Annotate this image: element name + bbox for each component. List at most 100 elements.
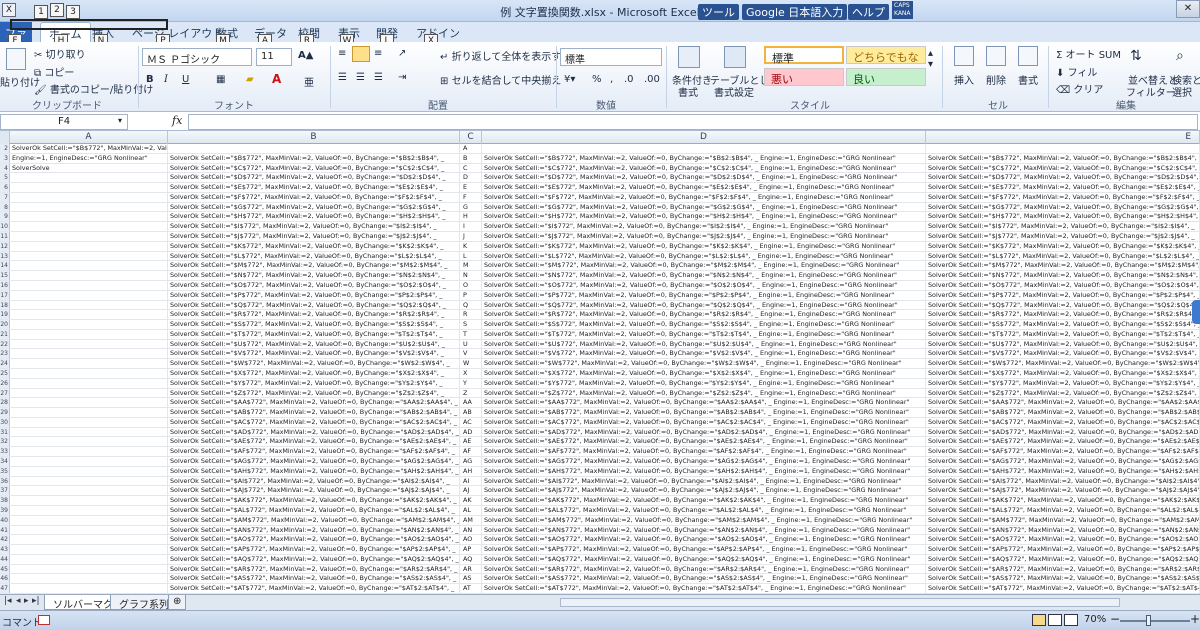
align-left-icon[interactable]: ☰ xyxy=(338,72,347,83)
cell-a[interactable] xyxy=(10,183,168,192)
format-cells-button[interactable]: 書式 xyxy=(1018,72,1038,87)
fill-color-icon[interactable]: ▰ xyxy=(246,74,254,85)
cell-a[interactable] xyxy=(10,349,168,359)
cell-e[interactable]: SolverOk SetCell:="$AS$772", MaxMinVal:=… xyxy=(926,574,1200,584)
cell-e[interactable]: SolverOk SetCell:="$O$772", MaxMinVal:=2… xyxy=(926,280,1200,290)
cell-c[interactable]: AI xyxy=(460,476,482,486)
cell-e[interactable]: SolverOk SetCell:="$V$772", MaxMinVal:=2… xyxy=(926,349,1200,359)
align-bottom-icon[interactable]: ≡ xyxy=(374,48,382,59)
cell-b[interactable]: SolverOk SetCell:="$U$772", MaxMinVal:=2… xyxy=(168,339,460,349)
row-header[interactable]: 44 xyxy=(0,554,10,564)
tab-addins[interactable]: アドイン xyxy=(416,25,460,41)
cell-c[interactable]: AC xyxy=(460,417,482,427)
cell-c[interactable]: V xyxy=(460,349,482,359)
cell-e[interactable]: SolverOk SetCell:="$Z$772", MaxMinVal:=2… xyxy=(926,388,1200,398)
cell-a[interactable] xyxy=(10,486,168,496)
row-header[interactable]: 14 xyxy=(0,261,10,271)
cell-e[interactable]: SolverOk SetCell:="$AE$772", MaxMinVal:=… xyxy=(926,437,1200,447)
cell-d[interactable]: SolverOk SetCell:="$G$772", MaxMinVal:=2… xyxy=(482,202,926,212)
orientation-icon[interactable]: ↗ xyxy=(398,48,406,59)
cell-e[interactable]: SolverOk SetCell:="$S$772", MaxMinVal:=2… xyxy=(926,320,1200,329)
cell-a[interactable] xyxy=(10,427,168,437)
row-header[interactable]: 17 xyxy=(0,290,10,300)
cell-d[interactable]: SolverOk SetCell:="$AK$772", MaxMinVal:=… xyxy=(482,496,926,505)
cell-e[interactable]: SolverOk SetCell:="$AP$772", MaxMinVal:=… xyxy=(926,545,1200,554)
cell-a[interactable] xyxy=(10,388,168,398)
cell-b[interactable]: SolverOk SetCell:="$AL$772", MaxMinVal:=… xyxy=(168,505,460,515)
zoom-slider-track[interactable] xyxy=(1120,620,1190,622)
cell-a[interactable] xyxy=(10,417,168,427)
cell-d[interactable]: SolverOk SetCell:="$U$772", MaxMinVal:=2… xyxy=(482,339,926,349)
row-header[interactable]: 13 xyxy=(0,251,10,261)
cell-d[interactable]: SolverOk SetCell:="$AG$772", MaxMinVal:=… xyxy=(482,457,926,466)
cell-e[interactable]: SolverOk SetCell:="$AJ$772", MaxMinVal:=… xyxy=(926,486,1200,496)
cell-c[interactable]: AL xyxy=(460,505,482,515)
cell-e[interactable] xyxy=(926,144,1200,153)
row-header[interactable]: 21 xyxy=(0,329,10,339)
row-header[interactable]: 27 xyxy=(0,388,10,398)
cell-b[interactable]: SolverOk SetCell:="$AT$772", MaxMinVal:=… xyxy=(168,584,460,593)
cell-d[interactable]: SolverOk SetCell:="$F$772", MaxMinVal:=2… xyxy=(482,192,926,202)
clear-button[interactable]: ⌫ クリア xyxy=(1056,81,1103,96)
cell-a[interactable] xyxy=(10,554,168,564)
cell-d[interactable]: SolverOk SetCell:="$W$772", MaxMinVal:=2… xyxy=(482,359,926,368)
cell-d[interactable]: SolverOk SetCell:="$AA$772", MaxMinVal:=… xyxy=(482,398,926,408)
row-header[interactable]: 45 xyxy=(0,564,10,574)
cell-a[interactable]: SolverSolve xyxy=(10,163,168,173)
row-header[interactable]: 42 xyxy=(0,535,10,545)
cell-e[interactable]: SolverOk SetCell:="$G$772", MaxMinVal:=2… xyxy=(926,202,1200,212)
currency-icon[interactable]: ¥▾ xyxy=(564,74,575,85)
cell-b[interactable]: SolverOk SetCell:="$AG$772", MaxMinVal:=… xyxy=(168,457,460,466)
cell-e[interactable]: SolverOk SetCell:="$AO$772", MaxMinVal:=… xyxy=(926,535,1200,545)
tools-label[interactable]: ツール xyxy=(698,4,739,20)
cell-c[interactable]: S xyxy=(460,320,482,329)
cell-c[interactable]: AT xyxy=(460,584,482,593)
style-neutral[interactable]: どちらでもない xyxy=(846,46,926,80)
cell-a[interactable] xyxy=(10,515,168,525)
insert-cells-button[interactable]: 挿入 xyxy=(954,72,974,87)
cell-d[interactable]: SolverOk SetCell:="$E$772", MaxMinVal:=2… xyxy=(482,183,926,192)
cell-a[interactable] xyxy=(10,466,168,476)
format-painter-button[interactable]: 🖌 書式のコピー/貼り付け xyxy=(34,81,153,96)
cell-e[interactable]: SolverOk SetCell:="$L$772", MaxMinVal:=2… xyxy=(926,251,1200,261)
cell-c[interactable]: AO xyxy=(460,535,482,545)
cut-button[interactable]: ✂ 切り取り xyxy=(34,46,86,61)
cell-d[interactable]: SolverOk SetCell:="$N$772", MaxMinVal:=2… xyxy=(482,271,926,280)
cell-d[interactable]: SolverOk SetCell:="$O$772", MaxMinVal:=2… xyxy=(482,280,926,290)
cell-d[interactable]: SolverOk SetCell:="$AJ$772", MaxMinVal:=… xyxy=(482,486,926,496)
cell-a[interactable] xyxy=(10,437,168,447)
row-header[interactable]: 10 xyxy=(0,222,10,232)
row-header[interactable]: 32 xyxy=(0,437,10,447)
cell-a[interactable] xyxy=(10,241,168,251)
cell-a[interactable] xyxy=(10,496,168,505)
cell-e[interactable]: SolverOk SetCell:="$Q$772", MaxMinVal:=2… xyxy=(926,300,1200,310)
italic-button[interactable]: I xyxy=(164,74,168,85)
cell-c[interactable]: AR xyxy=(460,564,482,574)
row-header[interactable]: 34 xyxy=(0,457,10,466)
cell-b[interactable]: SolverOk SetCell:="$P$772", MaxMinVal:=2… xyxy=(168,290,460,300)
cell-a[interactable] xyxy=(10,290,168,300)
cell-a[interactable] xyxy=(10,584,168,593)
cell-a[interactable] xyxy=(10,320,168,329)
cell-b[interactable]: SolverOk SetCell:="$AA$772", MaxMinVal:=… xyxy=(168,398,460,408)
zoom-out-icon[interactable]: − xyxy=(1110,612,1120,626)
cell-c[interactable]: X xyxy=(460,369,482,378)
cell-c[interactable]: I xyxy=(460,222,482,232)
cell-c[interactable]: AB xyxy=(460,408,482,417)
cell-a[interactable] xyxy=(10,564,168,574)
cell-a[interactable] xyxy=(10,339,168,349)
column-header-c[interactable]: C xyxy=(460,131,482,144)
first-sheet-icon[interactable]: |◂ xyxy=(4,596,12,606)
cell-a[interactable] xyxy=(10,525,168,535)
normal-view-icon[interactable] xyxy=(1032,614,1046,626)
cell-a[interactable] xyxy=(10,251,168,261)
row-header[interactable]: 15 xyxy=(0,271,10,280)
cell-a[interactable] xyxy=(10,280,168,290)
cell-d[interactable]: SolverOk SetCell:="$Z$772", MaxMinVal:=2… xyxy=(482,388,926,398)
cell-c[interactable]: J xyxy=(460,232,482,241)
cell-d[interactable]: SolverOk SetCell:="$V$772", MaxMinVal:=2… xyxy=(482,349,926,359)
cell-b[interactable]: SolverOk SetCell:="$AC$772", MaxMinVal:=… xyxy=(168,417,460,427)
number-format-select[interactable]: 標準 xyxy=(560,48,662,66)
cell-e[interactable]: SolverOk SetCell:="$AH$772", MaxMinVal:=… xyxy=(926,466,1200,476)
row-header[interactable]: 41 xyxy=(0,525,10,535)
